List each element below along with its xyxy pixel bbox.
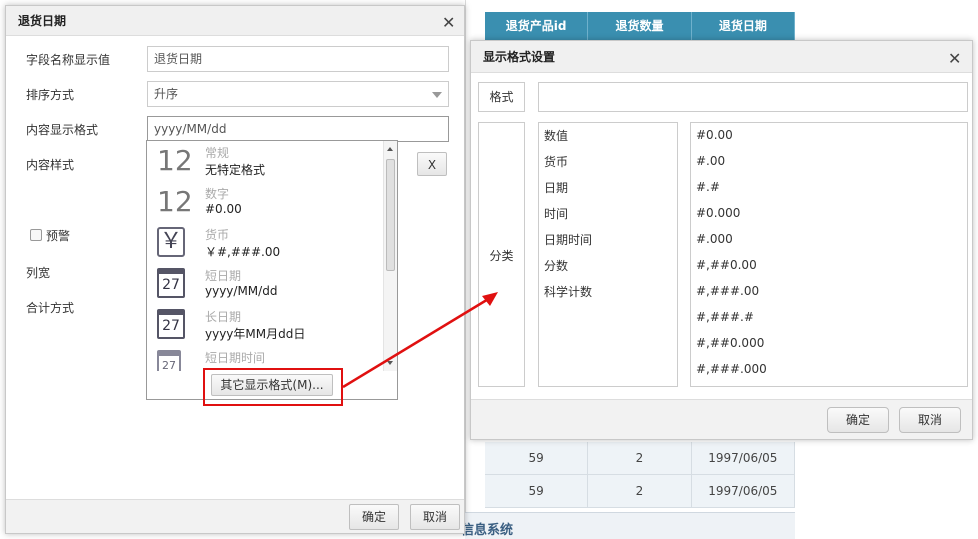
list-item[interactable]: #0.00: [696, 128, 733, 142]
yen-icon: ￥: [157, 227, 185, 257]
column-header[interactable]: 退货数量: [588, 12, 692, 40]
footer-bar: 信息系统: [461, 512, 795, 539]
list-item[interactable]: #,###.00: [696, 284, 759, 298]
list-item[interactable]: #.00: [696, 154, 725, 168]
table-cell: 59: [485, 475, 589, 507]
format-option-currency[interactable]: ￥ 货币 ￥#,###.00: [147, 223, 383, 264]
table-row[interactable]: 59 2 1997/06/05: [485, 475, 795, 508]
scroll-up-icon[interactable]: [387, 147, 393, 151]
option-example: ￥#,###.00: [205, 245, 281, 259]
scroll-down-icon[interactable]: [387, 361, 393, 365]
table-header: 退货产品id 退货数量 退货日期: [485, 12, 795, 40]
cancel-button[interactable]: 取消: [899, 407, 961, 433]
list-item[interactable]: 数值: [544, 127, 568, 144]
option-example: yyyy年MM月dd日: [205, 327, 306, 341]
dialog-title: 退货日期: [6, 6, 464, 36]
category-label-box: 分类: [478, 122, 525, 387]
clear-style-button[interactable]: X: [417, 152, 447, 176]
cancel-button[interactable]: 取消: [410, 504, 460, 530]
close-icon[interactable]: ✕: [948, 49, 961, 68]
display-name-input[interactable]: 退货日期: [147, 46, 449, 72]
list-item[interactable]: #.000: [696, 232, 733, 246]
list-item[interactable]: #0.000: [696, 206, 740, 220]
content-format-label: 内容显示格式: [26, 123, 99, 137]
format-option-short-date[interactable]: 27 短日期 yyyy/MM/dd: [147, 264, 383, 305]
table-row[interactable]: 59 2 1997/06/05: [485, 442, 795, 475]
option-category: 常规: [205, 146, 230, 160]
dialog-title: 显示格式设置: [471, 41, 972, 73]
list-item[interactable]: #,###.000: [696, 362, 767, 376]
calendar-icon: 27: [157, 268, 185, 298]
table-cell: 2: [588, 475, 692, 507]
total-mode-label: 合计方式: [26, 301, 75, 315]
number-12-icon: 12: [157, 144, 193, 177]
list-item[interactable]: 科学计数: [544, 283, 592, 300]
list-item[interactable]: 日期时间: [544, 231, 592, 248]
format-dropdown[interactable]: 12 常规 无特定格式 12 数字 #0.00 ￥ 货币 ￥#,###.00 2…: [146, 140, 398, 400]
column-header[interactable]: 退货日期: [692, 12, 795, 40]
list-item[interactable]: 日期: [544, 179, 568, 196]
option-example: 无特定格式: [205, 163, 266, 177]
scroll-thumb[interactable]: [386, 159, 395, 271]
option-example: yyyy/MM/dd: [205, 284, 278, 298]
dialog-footer: 确定 取消: [6, 499, 464, 533]
ok-button[interactable]: 确定: [349, 504, 399, 530]
sort-value: 升序: [154, 87, 179, 101]
list-item[interactable]: #,##0.000: [696, 336, 764, 350]
footer-text: 信息系统: [461, 523, 514, 538]
list-item[interactable]: 时间: [544, 205, 568, 222]
format-option-number[interactable]: 12 数字 #0.00: [147, 182, 383, 223]
option-category: 短日期时间: [205, 351, 266, 365]
number-12-icon: 12: [157, 185, 193, 218]
warning-label: 预警: [46, 229, 71, 243]
sort-select[interactable]: 升序: [147, 81, 449, 107]
format-option-long-date[interactable]: 27 长日期 yyyy年MM月dd日: [147, 305, 383, 346]
calendar-clock-icon: 27: [157, 350, 181, 371]
table-cell: 1997/06/05: [692, 442, 795, 474]
list-item[interactable]: 货币: [544, 153, 568, 170]
highlight-box: [203, 368, 343, 406]
format-list[interactable]: #0.00 #.00 #.# #0.000 #.000 #,##0.00 #,#…: [690, 122, 968, 387]
column-header[interactable]: 退货产品id: [485, 12, 589, 40]
dropdown-scrollbar[interactable]: [383, 141, 397, 371]
table-cell: 1997/06/05: [692, 475, 795, 507]
chevron-down-icon[interactable]: [432, 92, 442, 98]
option-category: 短日期: [205, 269, 242, 283]
option-category: 长日期: [205, 310, 242, 324]
category-label: 分类: [489, 249, 514, 263]
table-cell: 2: [588, 442, 692, 474]
content-format-input[interactable]: yyyy/MM/dd: [147, 116, 449, 142]
content-style-label: 内容样式: [26, 158, 75, 172]
option-category: 货币: [205, 228, 230, 242]
dialog-footer: 确定 取消: [471, 399, 972, 439]
list-item[interactable]: #.#: [696, 180, 720, 194]
option-example: #0.00: [205, 202, 242, 216]
warning-checkbox[interactable]: [30, 229, 42, 241]
ok-button[interactable]: 确定: [827, 407, 889, 433]
display-name-label: 字段名称显示值: [26, 53, 111, 67]
format-settings-dialog: 显示格式设置 ✕ 格式 分类 数值 货币 日期 时间 日期时间 分数 科学计数 …: [470, 40, 973, 440]
category-list[interactable]: 数值 货币 日期 时间 日期时间 分数 科学计数: [538, 122, 678, 387]
col-width-label: 列宽: [26, 266, 51, 280]
format-input[interactable]: [538, 82, 968, 112]
list-item[interactable]: #,##0.00: [696, 258, 757, 272]
calendar-icon: 27: [157, 309, 185, 339]
option-category: 数字: [205, 187, 230, 201]
close-icon[interactable]: ✕: [442, 13, 455, 32]
list-item[interactable]: #,###.#: [696, 310, 754, 324]
list-item[interactable]: 分数: [544, 257, 568, 274]
table-cell: 59: [485, 442, 589, 474]
format-label: 格式: [478, 82, 525, 112]
format-option-general[interactable]: 12 常规 无特定格式: [147, 141, 383, 182]
sort-label: 排序方式: [26, 88, 75, 102]
